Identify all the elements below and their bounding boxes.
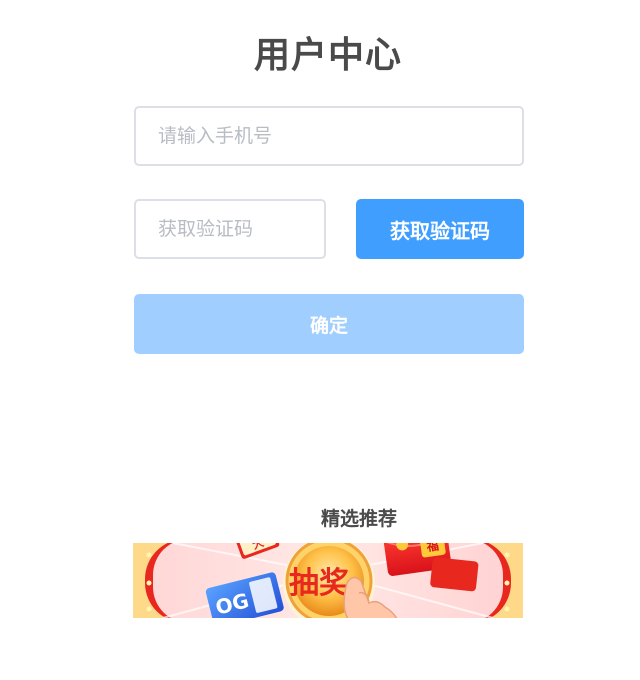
lottery-button-text: 抽奖 xyxy=(289,566,349,601)
page-title: 用户中心 xyxy=(253,35,402,76)
recommend-title: 精选推荐 xyxy=(320,508,397,530)
envelope-text: 福 xyxy=(425,543,440,554)
lottery-banner[interactable]: 大 OG 福 抽奖 xyxy=(133,543,523,618)
verification-code-input[interactable] xyxy=(134,199,326,259)
get-code-button[interactable]: 获取验证码 xyxy=(356,199,524,259)
phone-input[interactable] xyxy=(134,106,524,166)
confirm-button[interactable]: 确定 xyxy=(134,294,524,354)
